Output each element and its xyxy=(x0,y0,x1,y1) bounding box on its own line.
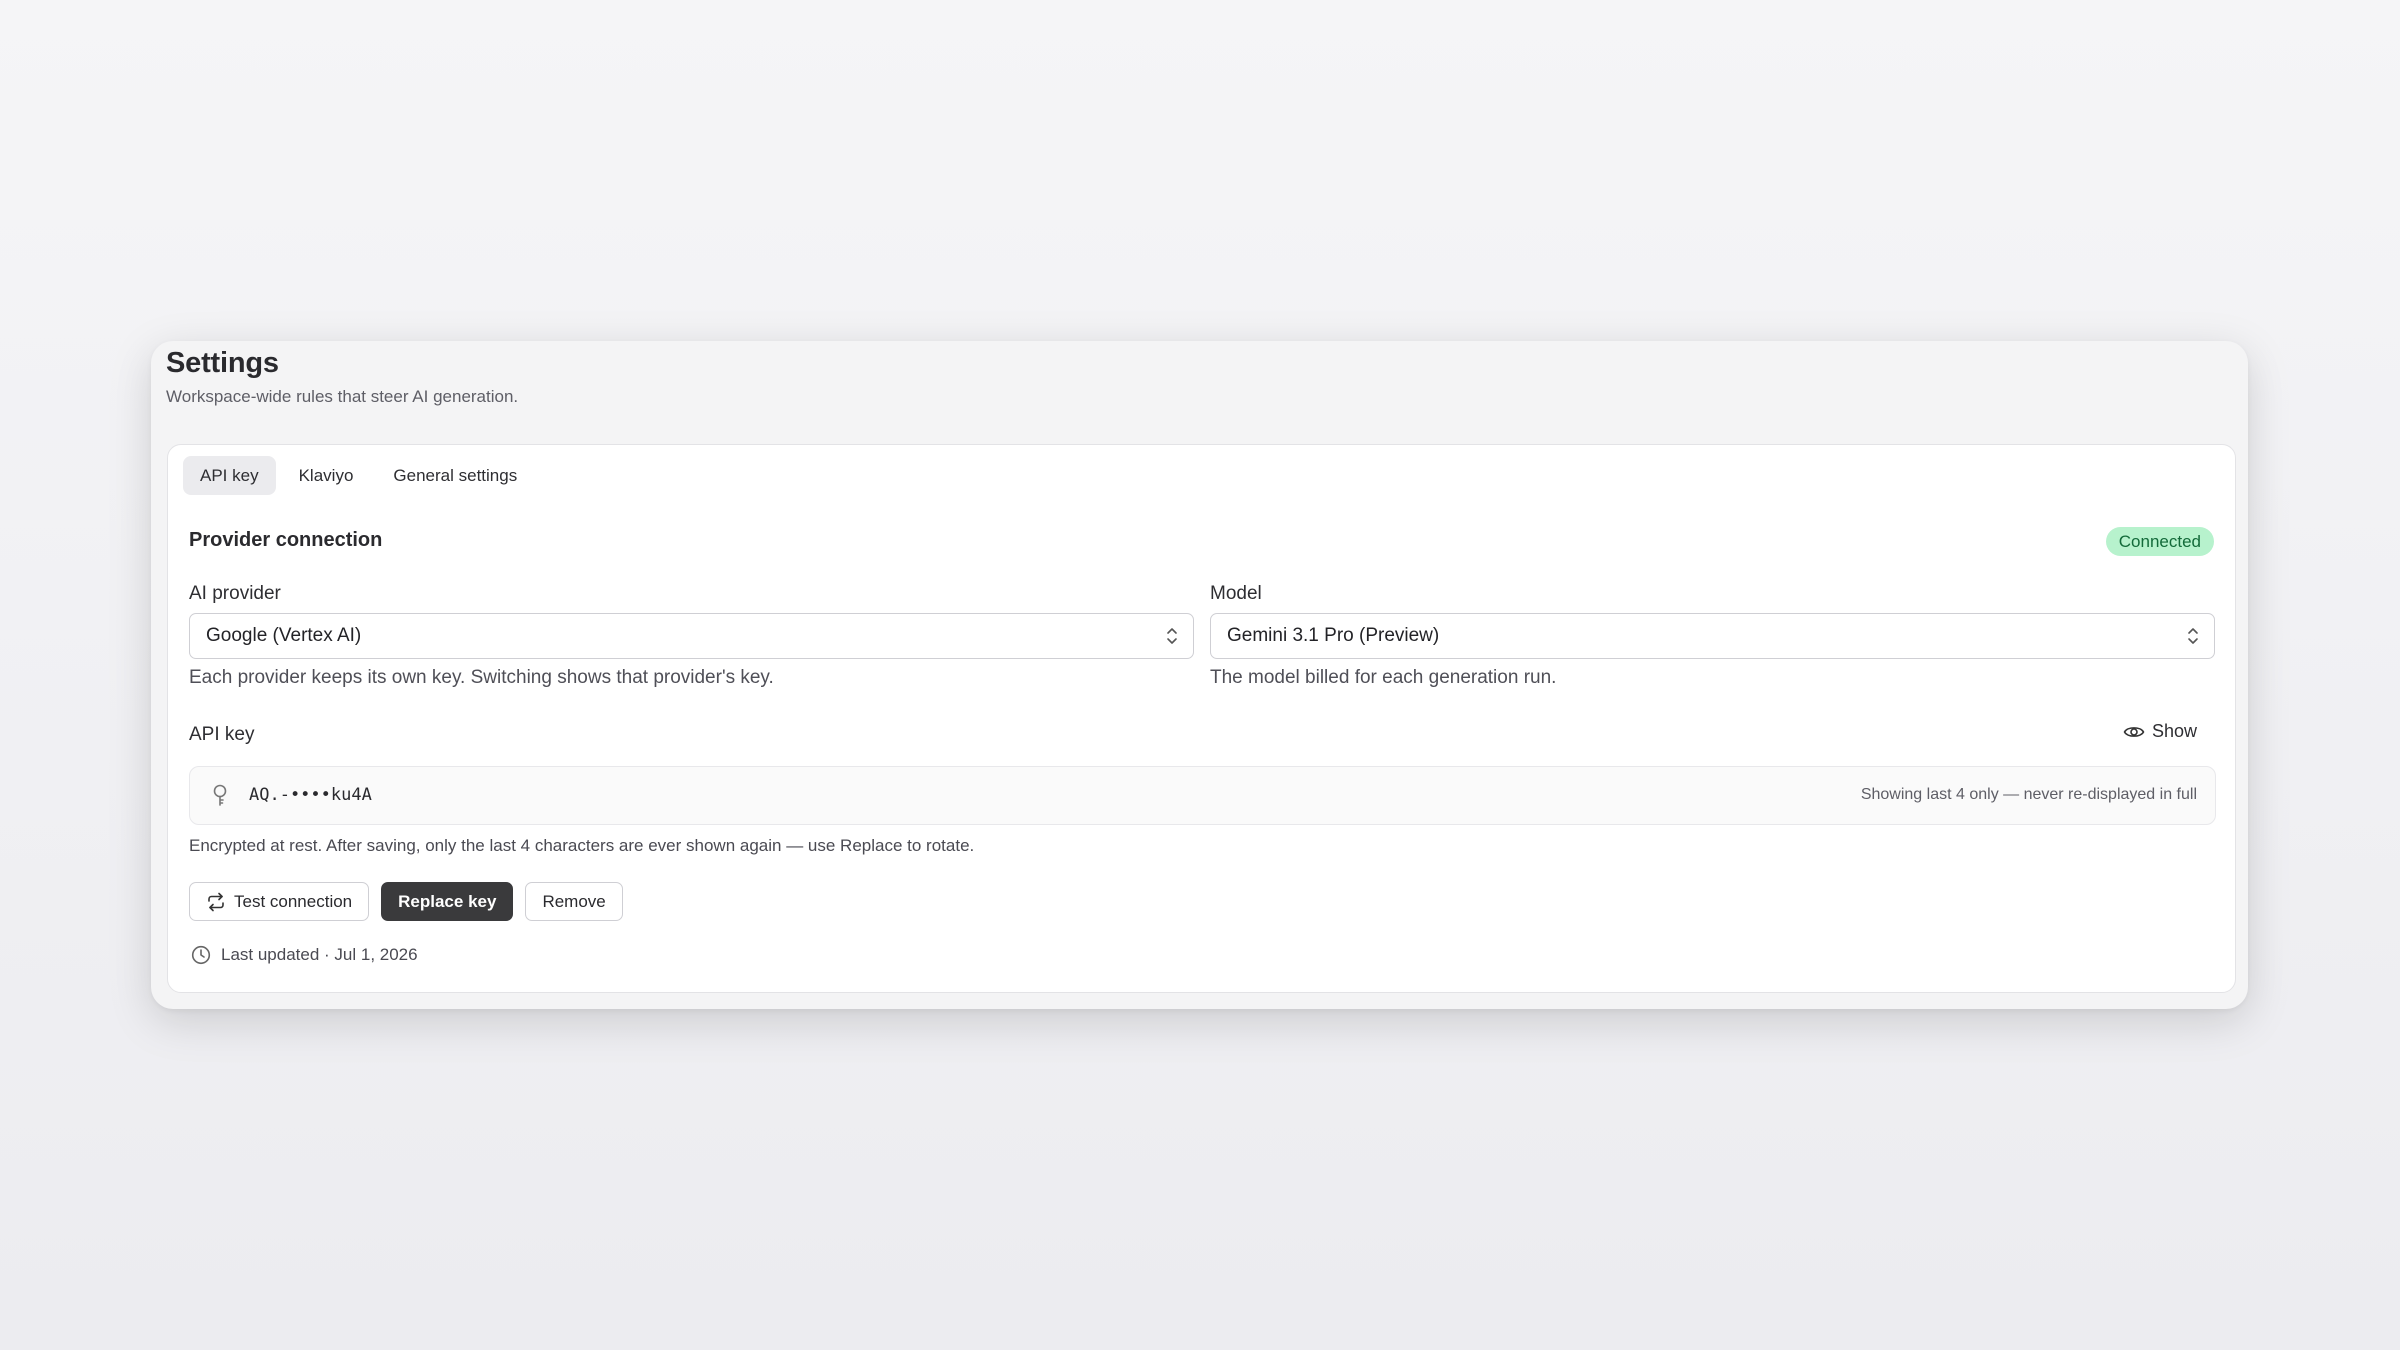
key-icon xyxy=(213,784,227,806)
show-key-button[interactable]: Show xyxy=(2123,721,2197,742)
ai-provider-helper: Each provider keeps its own key. Switchi… xyxy=(189,667,774,688)
chevron-updown-icon xyxy=(2188,628,2198,644)
encryption-note: Encrypted at rest. After saving, only th… xyxy=(189,836,975,855)
masked-api-key: AQ.-••••ku4A xyxy=(249,785,372,805)
ai-provider-value: Google (Vertex AI) xyxy=(206,625,362,646)
status-badge: Connected xyxy=(2105,527,2214,556)
test-connection-label: Test connection xyxy=(234,891,353,911)
tab-bar: API key Klaviyo General settings xyxy=(183,456,534,495)
tab-general-settings[interactable]: General settings xyxy=(376,456,534,495)
model-select[interactable]: Gemini 3.1 Pro (Preview) xyxy=(1210,613,2215,659)
key-display-note: Showing last 4 only — never re-displayed… xyxy=(1860,786,2197,803)
tab-api-key[interactable]: API key xyxy=(183,456,276,495)
show-key-label: Show xyxy=(2151,721,2197,741)
remove-key-button[interactable]: Remove xyxy=(525,882,623,921)
last-updated: Last updated · Jul 1, 2026 xyxy=(191,945,418,965)
model-value: Gemini 3.1 Pro (Preview) xyxy=(1227,625,1440,646)
api-key-display: AQ.-••••ku4A Showing last 4 only — never… xyxy=(189,766,2216,825)
last-updated-text: Last updated · Jul 1, 2026 xyxy=(221,945,418,964)
action-buttons: Test connection Replace key Remove xyxy=(189,882,623,921)
chevron-updown-icon xyxy=(1167,628,1177,644)
page-subtitle: Workspace-wide rules that steer AI gener… xyxy=(166,387,519,406)
model-label: Model xyxy=(1210,583,1262,604)
settings-card: API key Klaviyo General settings Provide… xyxy=(167,444,2236,993)
settings-window: Settings Workspace-wide rules that steer… xyxy=(151,341,2248,1009)
api-key-label: API key xyxy=(189,724,255,745)
provider-connection-title: Provider connection xyxy=(189,529,383,551)
eye-icon xyxy=(2123,726,2145,737)
model-helper: The model billed for each generation run… xyxy=(1210,667,1557,688)
refresh-icon xyxy=(208,892,224,911)
ai-provider-select[interactable]: Google (Vertex AI) xyxy=(189,613,1194,659)
test-connection-button[interactable]: Test connection xyxy=(189,882,370,921)
page-title: Settings xyxy=(166,347,279,379)
replace-key-button[interactable]: Replace key xyxy=(381,882,514,921)
clock-icon xyxy=(191,945,211,965)
tab-klaviyo[interactable]: Klaviyo xyxy=(282,456,371,495)
ai-provider-label: AI provider xyxy=(189,583,281,604)
